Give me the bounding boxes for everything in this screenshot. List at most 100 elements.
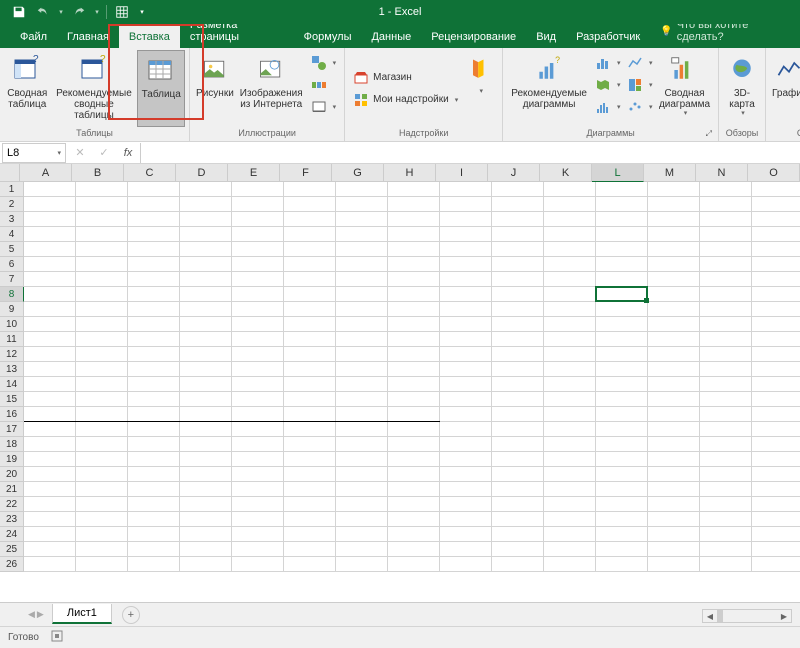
- col-header-L[interactable]: L: [592, 164, 644, 182]
- tab-developer[interactable]: Разработчик: [566, 26, 650, 48]
- chart-stat-button[interactable]: ▾: [591, 96, 623, 118]
- smartart-button[interactable]: [307, 74, 341, 96]
- active-cell[interactable]: [595, 286, 648, 302]
- sheet-tab-1[interactable]: Лист1: [52, 604, 112, 624]
- name-box-value: L8: [7, 147, 19, 159]
- column-headers: ABCDEFGHIJKLMNO: [20, 164, 800, 182]
- sheet-nav-arrows[interactable]: ◀▶: [20, 609, 52, 620]
- save-button[interactable]: [8, 1, 30, 23]
- row-header-19[interactable]: 19: [0, 452, 24, 467]
- row-header-15[interactable]: 15: [0, 392, 24, 407]
- row-header-21[interactable]: 21: [0, 482, 24, 497]
- row-header-7[interactable]: 7: [0, 272, 24, 287]
- my-addins-button[interactable]: Мои надстройки ▾: [349, 89, 462, 111]
- row-header-23[interactable]: 23: [0, 512, 24, 527]
- name-box[interactable]: L8 ▾: [2, 143, 66, 163]
- row-header-17[interactable]: 17: [0, 422, 24, 437]
- row-header-11[interactable]: 11: [0, 332, 24, 347]
- scroll-thumb[interactable]: [717, 610, 723, 622]
- store-button[interactable]: Магазин: [349, 67, 462, 89]
- tab-data[interactable]: Данные: [361, 26, 421, 48]
- row-header-22[interactable]: 22: [0, 497, 24, 512]
- col-header-B[interactable]: B: [72, 164, 124, 182]
- col-header-K[interactable]: K: [540, 164, 592, 182]
- map3d-button[interactable]: 3D- карта ▾: [723, 50, 761, 127]
- col-header-M[interactable]: M: [644, 164, 696, 182]
- horizontal-scrollbar[interactable]: ◀ ▶: [702, 609, 792, 623]
- row-header-3[interactable]: 3: [0, 212, 24, 227]
- add-sheet-button[interactable]: +: [122, 606, 140, 624]
- row-header-12[interactable]: 12: [0, 347, 24, 362]
- chevron-down-icon: ▾: [57, 149, 61, 157]
- tab-file[interactable]: Файл: [10, 26, 57, 48]
- row-header-16[interactable]: 16: [0, 407, 24, 422]
- formula-input[interactable]: [140, 143, 800, 163]
- row-header-25[interactable]: 25: [0, 542, 24, 557]
- qat-dropdown-2[interactable]: ▾: [92, 1, 102, 23]
- col-header-C[interactable]: C: [124, 164, 176, 182]
- pivot-table-button[interactable]: ? Сводная таблица: [4, 50, 51, 127]
- col-header-D[interactable]: D: [176, 164, 228, 182]
- bing-maps-button[interactable]: ▾: [462, 50, 498, 127]
- row-header-2[interactable]: 2: [0, 197, 24, 212]
- scroll-left-icon[interactable]: ◀: [703, 610, 717, 622]
- row-header-1[interactable]: 1: [0, 182, 24, 197]
- sparkline-line-button[interactable]: График: [770, 50, 800, 127]
- online-pictures-button[interactable]: Изображения из Интернета: [236, 50, 307, 127]
- recommended-charts-button[interactable]: ? Рекомендуемые диаграммы: [507, 50, 591, 127]
- select-all-corner[interactable]: [0, 164, 20, 182]
- col-header-O[interactable]: O: [748, 164, 800, 182]
- row-header-6[interactable]: 6: [0, 257, 24, 272]
- svg-text:?: ?: [555, 56, 560, 65]
- row-header-5[interactable]: 5: [0, 242, 24, 257]
- col-header-G[interactable]: G: [332, 164, 384, 182]
- tab-insert[interactable]: Вставка: [119, 26, 180, 48]
- chart-col-button[interactable]: ▾: [591, 52, 623, 74]
- cells-area[interactable]: [24, 182, 800, 602]
- pivot-chart-button[interactable]: Сводная диаграмма ▾: [655, 50, 714, 127]
- redo-button[interactable]: [68, 1, 90, 23]
- shapes-button[interactable]: ▾: [307, 52, 341, 74]
- col-header-J[interactable]: J: [488, 164, 540, 182]
- chevron-down-icon: ▾: [741, 110, 745, 118]
- tab-view[interactable]: Вид: [526, 26, 566, 48]
- row-header-10[interactable]: 10: [0, 317, 24, 332]
- qat-dropdown-1[interactable]: ▾: [56, 1, 66, 23]
- col-header-I[interactable]: I: [436, 164, 488, 182]
- tab-home[interactable]: Главная: [57, 26, 119, 48]
- macro-record-icon[interactable]: [51, 630, 63, 645]
- qat-customize[interactable]: ▾: [135, 1, 149, 23]
- table-button[interactable]: Таблица: [137, 50, 185, 127]
- group-tables-label: Таблицы: [4, 127, 185, 141]
- fx-button[interactable]: fx: [116, 143, 140, 163]
- tab-formulas[interactable]: Формулы: [294, 26, 362, 48]
- undo-button[interactable]: [32, 1, 54, 23]
- chart-line-button[interactable]: ▾: [623, 52, 655, 74]
- row-header-18[interactable]: 18: [0, 437, 24, 452]
- qat-grid-icon[interactable]: [111, 1, 133, 23]
- col-header-F[interactable]: F: [280, 164, 332, 182]
- row-header-13[interactable]: 13: [0, 362, 24, 377]
- col-header-H[interactable]: H: [384, 164, 436, 182]
- chart-scatter-button[interactable]: ▾: [623, 96, 655, 118]
- dialog-launcher-icon[interactable]: ⤢: [706, 129, 712, 139]
- row-header-20[interactable]: 20: [0, 467, 24, 482]
- scroll-right-icon[interactable]: ▶: [777, 610, 791, 622]
- row-header-8[interactable]: 8: [0, 287, 24, 302]
- row-header-24[interactable]: 24: [0, 527, 24, 542]
- col-header-N[interactable]: N: [696, 164, 748, 182]
- col-header-E[interactable]: E: [228, 164, 280, 182]
- group-illustrations-label: Иллюстрации: [194, 127, 340, 141]
- recommended-pivot-button[interactable]: ? Рекомендуемые сводные таблицы: [51, 50, 138, 127]
- row-header-4[interactable]: 4: [0, 227, 24, 242]
- ribbon-tabs: Файл Главная Вставка Разметка страницы Ф…: [0, 24, 800, 48]
- pictures-button[interactable]: Рисунки: [194, 50, 236, 127]
- col-header-A[interactable]: A: [20, 164, 72, 182]
- chart-hier-button[interactable]: ▾: [623, 74, 655, 96]
- tab-review[interactable]: Рецензирование: [421, 26, 526, 48]
- row-header-14[interactable]: 14: [0, 377, 24, 392]
- chart-map-button[interactable]: ▾: [591, 74, 623, 96]
- screenshot-button[interactable]: ▾: [307, 96, 341, 118]
- row-header-9[interactable]: 9: [0, 302, 24, 317]
- row-header-26[interactable]: 26: [0, 557, 24, 572]
